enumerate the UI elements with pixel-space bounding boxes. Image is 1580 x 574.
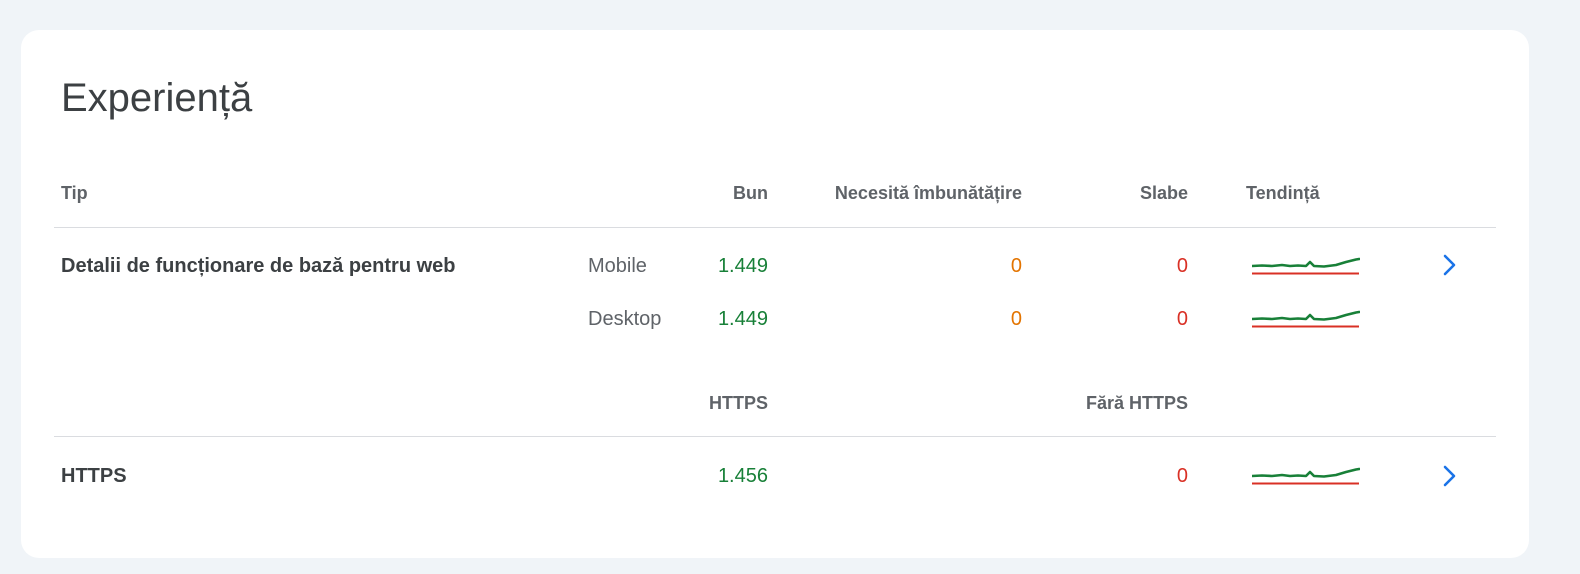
header-divider (54, 227, 1496, 228)
header-trend: Tendință (1246, 183, 1320, 203)
https-label: HTTPS (61, 465, 127, 487)
open-cwv-report-button[interactable] (1434, 250, 1464, 280)
desktop-trend-sparkline (1252, 310, 1360, 328)
https-divider (54, 436, 1496, 437)
desktop-good-count: 1.449 (717, 308, 768, 330)
card-title: Experiență (61, 76, 253, 120)
header-https: HTTPS (708, 393, 768, 413)
desktop-needs-improvement-count: 0 (1010, 308, 1022, 330)
open-https-report-button[interactable] (1434, 461, 1464, 491)
header-good: Bun (733, 183, 768, 203)
mobile-poor-count: 0 (1176, 255, 1188, 277)
experience-card: Experiență Tip Bun Necesită îmbunătățire… (21, 30, 1529, 558)
chevron-right-icon (1443, 465, 1456, 487)
header-poor: Slabe (1139, 183, 1188, 203)
cwv-label: Detalii de funcționare de bază pentru we… (61, 255, 456, 277)
no-https-count: 0 (1176, 465, 1188, 487)
desktop-poor-count: 0 (1176, 308, 1188, 330)
device-desktop: Desktop (588, 308, 662, 330)
chevron-right-icon (1443, 254, 1456, 276)
header-needs-improvement: Necesită îmbunătățire (834, 183, 1022, 203)
mobile-good-count: 1.449 (717, 255, 768, 277)
header-no-https: Fără HTTPS (1085, 393, 1188, 413)
mobile-trend-sparkline (1252, 257, 1360, 275)
https-trend-sparkline (1252, 467, 1360, 485)
mobile-needs-improvement-count: 0 (1010, 255, 1022, 277)
header-type: Tip (61, 183, 88, 203)
device-mobile: Mobile (588, 255, 647, 277)
https-count: 1.456 (717, 465, 768, 487)
